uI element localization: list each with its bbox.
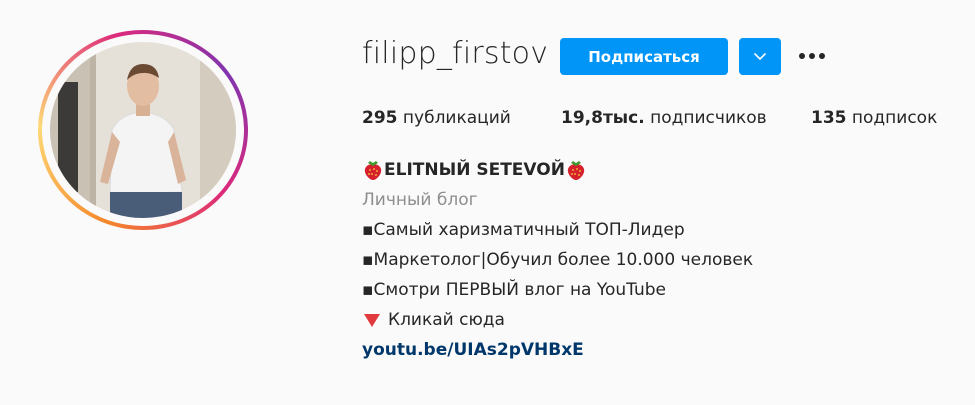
more-dots-icon [799,53,825,59]
follow-button[interactable]: Подписаться [560,38,728,75]
stat-followers-link[interactable]: 19,8тыс. подписчиков [561,108,767,128]
following-label: подписок [851,108,938,128]
posts-label: публикаций [402,108,511,128]
bio-category: Личный блог [362,190,478,210]
bio-line: ▪Самый харизматичный ТОП-Лидер [362,220,685,240]
avatar-image [50,42,236,218]
posts-count: 295 [362,108,398,128]
strawberry-icon [364,161,382,180]
followers-count: 19,8тыс. [561,108,645,128]
bio-line: ▪Смотри ПЕРВЫЙ влог на YouTube [362,280,667,300]
bio-website-link[interactable]: youtu.be/UIAs2pVHBxE [362,335,584,365]
bio-display-name: ELITNЫЙ SETEVOЙ [384,160,565,180]
bio-cta: Кликай сюда [388,310,505,330]
stat-posts: 295 публикаций [362,108,511,128]
suggested-accounts-dropdown-button[interactable] [739,38,781,75]
avatar-border [42,34,244,226]
red-triangle-down-icon [364,314,380,327]
strawberry-icon [567,161,585,180]
chevron-down-icon [754,52,766,60]
followers-label: подписчиков [650,108,767,128]
following-count: 135 [811,108,847,128]
stat-following-link[interactable]: 135 подписок [811,108,937,128]
profile-bio: ELITNЫЙ SETEVOЙ Личный блог ▪Самый хариз… [362,155,753,365]
bio-name-line: ELITNЫЙ SETEVOЙ [362,155,753,185]
bio-link-line: youtu.be/UIAs2pVHBxE [362,335,753,365]
username: filipp_firstov [362,36,549,71]
avatar[interactable] [50,42,236,218]
profile-header: filipp_firstov Подписаться 295 публикаци… [0,0,975,405]
bio-cta-line: Кликай сюда [362,305,753,335]
more-options-button[interactable] [795,42,829,70]
avatar-story-ring[interactable] [38,30,248,230]
bio-line: ▪Маркетолог|Обучил более 10.000 человек [362,250,754,270]
